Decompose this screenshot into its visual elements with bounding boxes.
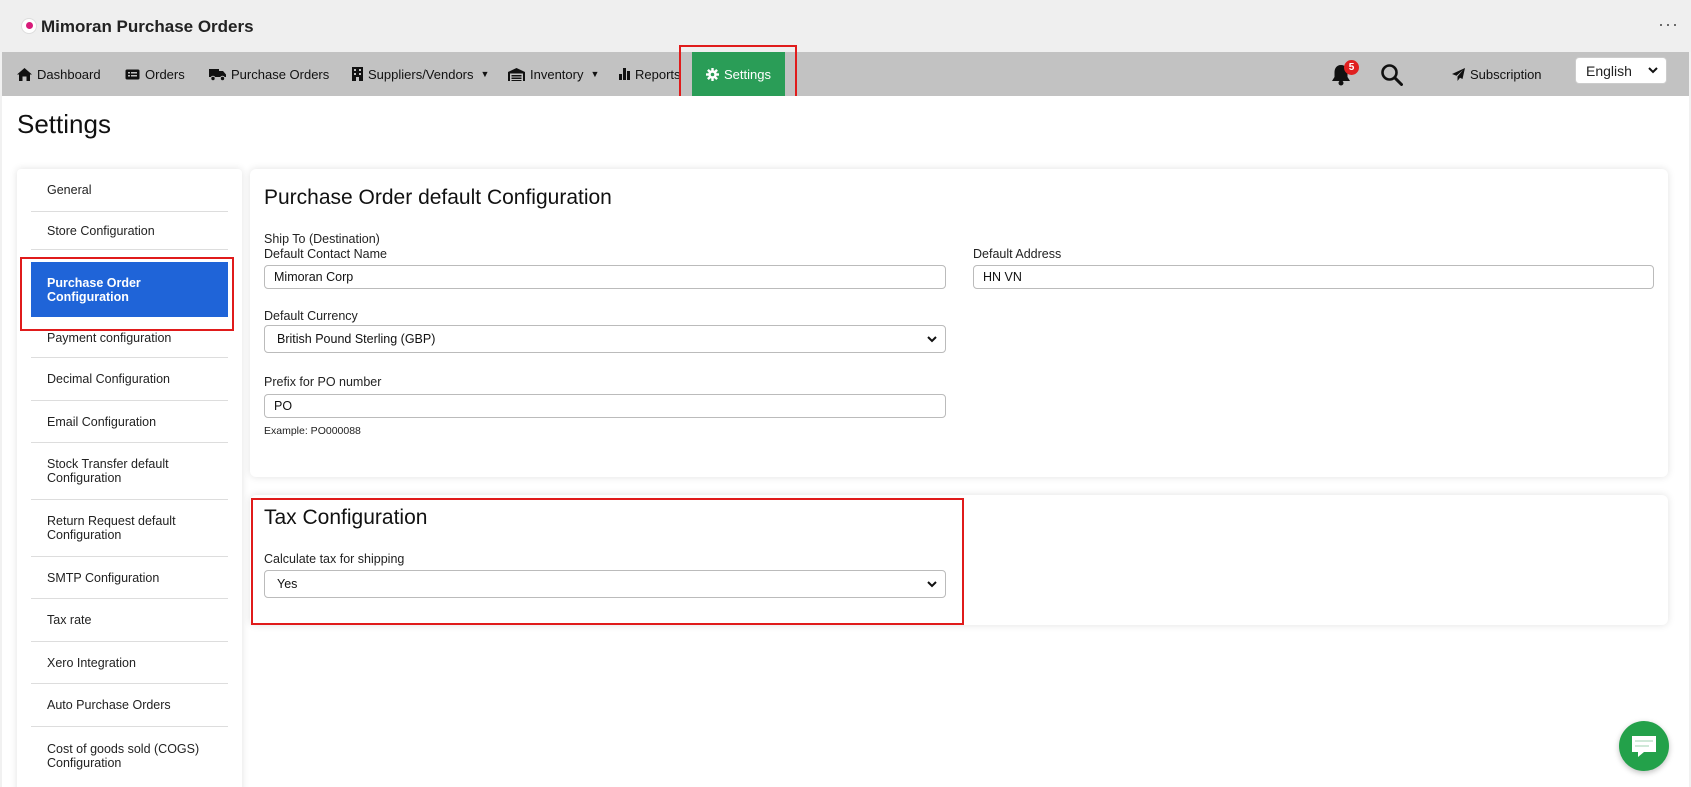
- title-bar: Mimoran Purchase Orders ···: [0, 0, 1691, 52]
- chat-button[interactable]: [1619, 721, 1669, 771]
- nav-inventory-label: Inventory: [530, 66, 584, 82]
- po-config-title: Purchase Order default Configuration: [264, 186, 612, 209]
- warehouse-icon: [508, 67, 525, 81]
- language-value: English: [1586, 62, 1632, 79]
- page-title: Settings: [17, 109, 111, 139]
- chevron-down-icon: [927, 335, 937, 342]
- main-content: Settings General Store Configuration Pur…: [2, 96, 1689, 787]
- default-address-label: Default Address: [973, 247, 1062, 261]
- sidebar-item-label: Decimal Configuration: [47, 372, 170, 386]
- tax-config-card: Tax Configuration Calculate tax for ship…: [250, 495, 1668, 625]
- sidebar-item-stock-transfer-configuration[interactable]: Stock Transfer default Configuration: [31, 443, 228, 500]
- sidebar-item-label: Auto Purchase Orders: [47, 698, 171, 712]
- contact-name-input[interactable]: Mimoran Corp: [264, 265, 946, 289]
- building-icon: [352, 67, 363, 81]
- contact-name-label: Default Contact Name: [264, 247, 387, 261]
- sidebar-item-label: Stock Transfer default Configuration: [47, 457, 169, 485]
- nav-reports[interactable]: Reports: [619, 52, 681, 96]
- nav-suppliers-vendors[interactable]: Suppliers/Vendors ▼: [352, 52, 489, 96]
- sidebar-item-payment-configuration[interactable]: Payment configuration: [31, 319, 228, 358]
- chevron-down-icon: [1648, 67, 1658, 74]
- shipping-tax-value: Yes: [277, 577, 298, 591]
- gear-icon: [706, 67, 719, 81]
- sidebar-item-email-configuration[interactable]: Email Configuration: [31, 401, 228, 443]
- nav-suppliers-vendors-label: Suppliers/Vendors: [368, 66, 474, 82]
- sidebar-item-label: Payment configuration: [47, 331, 172, 345]
- sidebar-item-purchase-order-configuration[interactable]: Purchase Order Configuration: [31, 262, 228, 317]
- default-address-input[interactable]: HN VN: [973, 265, 1654, 289]
- currency-value: British Pound Sterling (GBP): [277, 332, 436, 346]
- top-navbar: Dashboard Orders Purchase Orders Supplie…: [2, 52, 1689, 96]
- sidebar-item-label: Email Configuration: [47, 414, 157, 429]
- nav-settings[interactable]: Settings: [692, 52, 785, 96]
- notification-badge: 5: [1344, 60, 1359, 75]
- sidebar-item-label: General: [47, 183, 92, 197]
- more-options-icon[interactable]: ···: [1658, 14, 1679, 35]
- subscription-label: Subscription: [1470, 66, 1542, 82]
- prefix-input[interactable]: PO: [264, 394, 946, 418]
- ship-to-label: Ship To (Destination): [264, 232, 380, 246]
- sidebar-item-label: Tax rate: [47, 613, 92, 627]
- sidebar-item-label: Store Configuration: [47, 223, 155, 238]
- po-default-config-card: Purchase Order default Configuration Shi…: [250, 169, 1668, 477]
- nav-dashboard-label: Dashboard: [37, 66, 101, 82]
- sidebar-item-label: Return Request default Configuration: [47, 514, 176, 542]
- sidebar-item-store-configuration[interactable]: Store Configuration: [31, 212, 228, 250]
- app-title: Mimoran Purchase Orders: [41, 17, 254, 36]
- tax-config-title: Tax Configuration: [264, 506, 428, 529]
- currency-label: Default Currency: [264, 309, 358, 323]
- subscription-link[interactable]: Subscription: [1452, 52, 1542, 96]
- truck-icon: [209, 68, 226, 81]
- sidebar-item-cogs-configuration[interactable]: Cost of goods sold (COGS) Configuration: [31, 727, 228, 785]
- chat-bubble-icon: [1632, 736, 1656, 757]
- sidebar-item-label: SMTP Configuration: [47, 570, 160, 585]
- sidebar-item-general[interactable]: General: [31, 169, 228, 212]
- sidebar-item-tax-rate[interactable]: Tax rate: [31, 599, 228, 642]
- sidebar-item-return-request-configuration[interactable]: Return Request default Configuration: [31, 500, 228, 557]
- nav-purchase-orders-label: Purchase Orders: [231, 66, 330, 82]
- currency-select[interactable]: British Pound Sterling (GBP): [264, 325, 946, 353]
- prefix-example-hint: Example: PO000088: [264, 425, 361, 437]
- shipping-tax-label: Calculate tax for shipping: [264, 552, 405, 566]
- nav-dashboard[interactable]: Dashboard: [17, 52, 101, 96]
- sidebar-item-label: Xero Integration: [47, 655, 136, 670]
- chevron-down-icon: ▼: [590, 69, 600, 79]
- app-logo-icon: [21, 18, 37, 34]
- shipping-tax-select[interactable]: Yes: [264, 570, 946, 598]
- paper-plane-icon: [1452, 67, 1465, 81]
- sidebar-item-decimal-configuration[interactable]: Decimal Configuration: [31, 358, 228, 401]
- nav-reports-label: Reports: [635, 66, 681, 82]
- sidebar-item-xero-integration[interactable]: Xero Integration: [31, 642, 228, 684]
- settings-sidebar: General Store Configuration Purchase Ord…: [17, 169, 242, 787]
- nav-inventory[interactable]: Inventory ▼: [508, 52, 599, 96]
- home-icon: [17, 67, 32, 81]
- nav-purchase-orders[interactable]: Purchase Orders: [209, 52, 329, 96]
- sidebar-item-auto-purchase-orders[interactable]: Auto Purchase Orders: [31, 684, 228, 727]
- nav-orders-label: Orders: [145, 66, 185, 82]
- sidebar-item-smtp-configuration[interactable]: SMTP Configuration: [31, 557, 228, 599]
- bar-chart-icon: [619, 68, 630, 80]
- sidebar-item-label: Purchase Order Configuration: [47, 275, 141, 304]
- nav-settings-label: Settings: [724, 66, 771, 82]
- prefix-label: Prefix for PO number: [264, 375, 382, 389]
- order-card-icon: [125, 69, 140, 79]
- chevron-down-icon: ▼: [480, 69, 490, 79]
- chevron-down-icon: [927, 580, 937, 587]
- search-icon[interactable]: [1380, 63, 1403, 86]
- language-select[interactable]: English: [1575, 57, 1667, 84]
- nav-orders[interactable]: Orders: [125, 52, 185, 96]
- sidebar-item-label: Cost of goods sold (COGS) Configuration: [47, 742, 200, 770]
